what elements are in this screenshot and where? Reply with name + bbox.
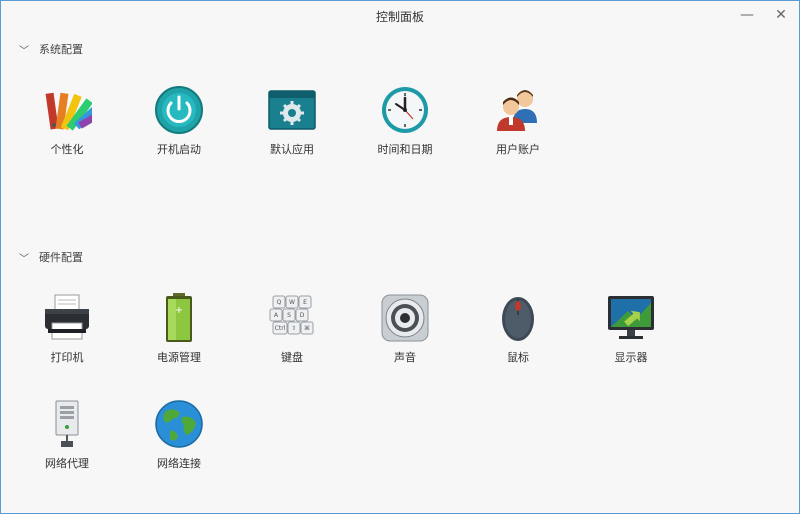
users-icon	[497, 90, 537, 131]
battery-icon: +	[166, 293, 192, 342]
item-label: 打印机	[50, 351, 84, 364]
default-apps-icon	[268, 90, 316, 130]
svg-text:+: +	[175, 305, 183, 316]
printer-icon	[45, 294, 89, 340]
section-header-system[interactable]: ﹀ 系统配置	[19, 40, 83, 58]
svg-text:S: S	[287, 312, 291, 319]
svg-text:E: E	[303, 299, 307, 306]
item-label: 默认应用	[270, 143, 314, 156]
item-network-connection[interactable]: 网络连接	[131, 399, 227, 479]
item-label: 用户账户	[496, 143, 540, 156]
svg-text:Q: Q	[277, 299, 282, 306]
svg-text:⌘: ⌘	[304, 325, 310, 332]
section-title: 系统配置	[39, 43, 83, 56]
mouse-icon	[502, 297, 534, 341]
chevron-down-icon: ﹀	[19, 45, 29, 57]
monitor-icon	[608, 296, 654, 339]
section-title: 硬件配置	[39, 251, 83, 264]
item-keyboard[interactable]: QWE ASD Ctrl ⇧ ⌘ 键盘	[244, 293, 340, 373]
item-default-apps[interactable]: 默认应用	[244, 85, 340, 165]
item-printer[interactable]: 打印机	[19, 293, 115, 373]
proxy-server-icon	[55, 400, 79, 447]
speaker-icon	[381, 294, 429, 342]
clock-icon	[382, 87, 428, 133]
item-label: 电源管理	[157, 351, 201, 364]
item-sound[interactable]: 声音	[357, 293, 453, 373]
item-label: 显示器	[614, 351, 648, 364]
item-date-time[interactable]: 时间和日期	[357, 85, 453, 165]
svg-text:Ctrl: Ctrl	[275, 325, 286, 332]
section-header-hardware[interactable]: ﹀ 硬件配置	[19, 248, 83, 266]
svg-text:D: D	[300, 312, 305, 319]
item-display[interactable]: 显示器	[583, 293, 679, 373]
minimize-button[interactable]: —	[736, 5, 758, 25]
item-network-proxy[interactable]: 网络代理	[19, 399, 115, 479]
window-title: 控制面板	[375, 10, 424, 24]
item-label: 开机启动	[157, 143, 201, 156]
item-personalization[interactable]: 个性化	[19, 85, 115, 165]
item-label: 声音	[394, 351, 416, 364]
item-label: 键盘	[281, 351, 303, 364]
item-label: 鼠标	[507, 351, 529, 364]
item-power-management[interactable]: + 电源管理	[131, 293, 227, 373]
keyboard-icon: QWE ASD Ctrl ⇧ ⌘	[269, 295, 314, 335]
item-startup[interactable]: 开机启动	[131, 85, 227, 165]
personalization-icon	[45, 92, 92, 131]
title-bar: 控制面板 — ✕	[1, 1, 799, 29]
item-label: 个性化	[50, 143, 84, 156]
chevron-down-icon: ﹀	[19, 253, 29, 265]
close-button[interactable]: ✕	[770, 5, 792, 25]
item-label: 网络代理	[45, 457, 89, 470]
power-icon	[155, 86, 203, 134]
item-mouse[interactable]: 鼠标	[470, 293, 566, 373]
control-panel-window: 控制面板 — ✕ ﹀ 系统配置 个性化 开机启动 默认应用 时间和日期 用户账户…	[0, 0, 800, 514]
item-label: 网络连接	[157, 457, 201, 470]
item-user-accounts[interactable]: 用户账户	[470, 85, 566, 165]
globe-icon	[155, 400, 203, 448]
svg-text:⇧: ⇧	[291, 325, 296, 332]
svg-text:W: W	[289, 299, 295, 306]
item-label: 时间和日期	[377, 143, 433, 156]
